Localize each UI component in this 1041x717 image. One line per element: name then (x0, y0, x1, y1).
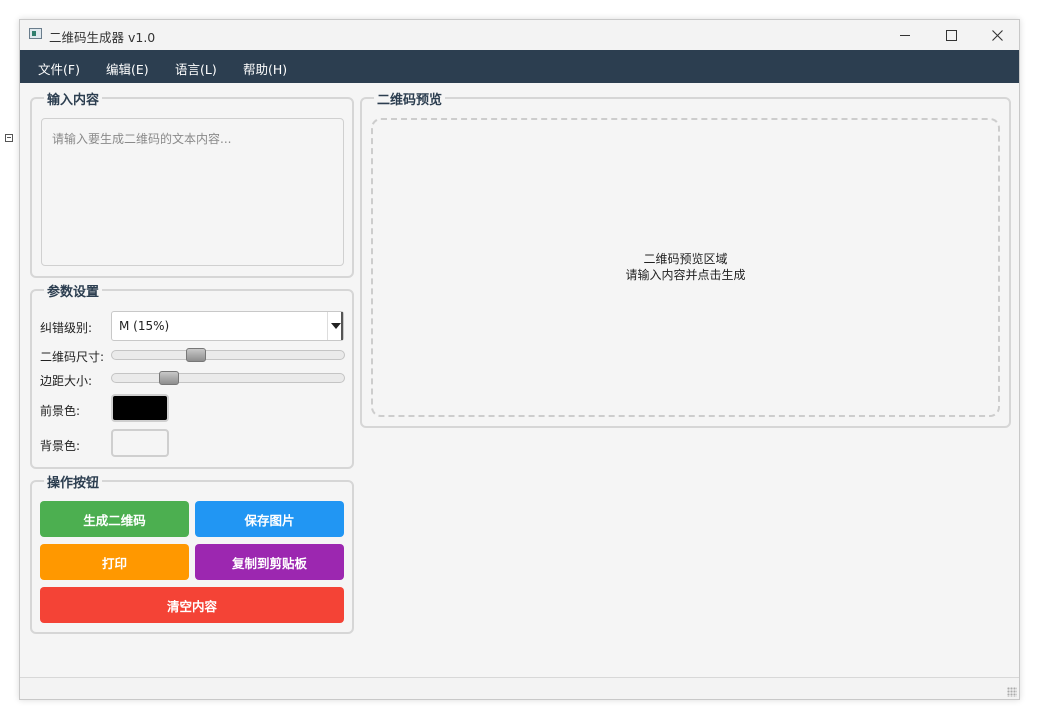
action-buttons-group: 操作按钮 生成二维码 保存图片 打印 复制到剪贴板 清空内容 (30, 472, 354, 634)
qr-preview-group: 二维码预览 二维码预览区域 请输入内容并点击生成 (360, 89, 1011, 428)
margin-slider-handle[interactable] (159, 371, 179, 385)
menu-bar: 文件(F) 编辑(E) 语言(L) 帮助(H) (20, 50, 1019, 83)
close-button[interactable] (974, 20, 1020, 50)
input-content-group: 输入内容 请输入要生成二维码的文本内容... (30, 89, 354, 278)
copy-to-clipboard-button[interactable]: 复制到剪贴板 (195, 544, 344, 580)
preview-line-1: 二维码预览区域 (643, 252, 728, 266)
save-image-button[interactable]: 保存图片 (195, 501, 344, 537)
background-color-button[interactable] (111, 429, 169, 457)
size-slider-handle[interactable] (186, 348, 206, 362)
foreground-color-button[interactable] (111, 394, 169, 422)
params-group-title: 参数设置 (44, 281, 103, 300)
preview-group-title: 二维码预览 (374, 89, 446, 108)
foreground-color-label: 前景色: (40, 404, 81, 418)
input-group-title: 输入内容 (44, 89, 103, 108)
background-color-label: 背景色: (40, 439, 81, 453)
maximize-button[interactable] (928, 20, 974, 50)
parameter-settings-group: 参数设置 纠错级别: M (15%) 二维码尺寸: 边距大小: 前景色: 背景色… (30, 281, 354, 469)
content-textarea[interactable]: 请输入要生成二维码的文本内容... (41, 118, 344, 266)
size-slider[interactable] (111, 348, 345, 362)
minimize-icon (900, 34, 910, 36)
size-label: 二维码尺寸: (40, 350, 105, 364)
close-icon (991, 29, 1003, 41)
window-title: 二维码生成器 v1.0 (49, 30, 156, 45)
minimize-button[interactable] (882, 20, 928, 50)
qr-preview-area: 二维码预览区域 请输入内容并点击生成 (371, 118, 1000, 417)
app-icon (29, 28, 42, 39)
menu-language[interactable]: 语言(L) (175, 59, 217, 78)
preview-placeholder: 二维码预览区域 请输入内容并点击生成 (373, 251, 998, 283)
preview-line-2: 请输入内容并点击生成 (625, 268, 746, 282)
maximize-icon (945, 29, 957, 41)
margin-slider[interactable] (111, 371, 345, 385)
generate-qr-button[interactable]: 生成二维码 (40, 501, 189, 537)
margin-label: 边距大小: (40, 374, 93, 388)
menu-file[interactable]: 文件(F) (38, 59, 80, 78)
edge-marker-icon (5, 134, 13, 142)
error-level-label: 纠错级别: (40, 321, 93, 335)
status-bar (20, 677, 1019, 699)
menu-edit[interactable]: 编辑(E) (106, 59, 149, 78)
dropdown-arrow-icon (327, 312, 343, 340)
menu-help[interactable]: 帮助(H) (243, 59, 287, 78)
print-button[interactable]: 打印 (40, 544, 189, 580)
app-window: 二维码生成器 v1.0 文件(F) 编辑(E) 语言(L) 帮助(H) 输入内容… (19, 19, 1020, 700)
resize-grip-icon[interactable] (1007, 687, 1017, 697)
actions-group-title: 操作按钮 (44, 472, 103, 491)
title-bar: 二维码生成器 v1.0 (20, 20, 1019, 50)
clear-content-button[interactable]: 清空内容 (40, 587, 344, 623)
error-level-select[interactable]: M (15%) (111, 311, 344, 341)
error-level-value: M (15%) (119, 319, 170, 333)
